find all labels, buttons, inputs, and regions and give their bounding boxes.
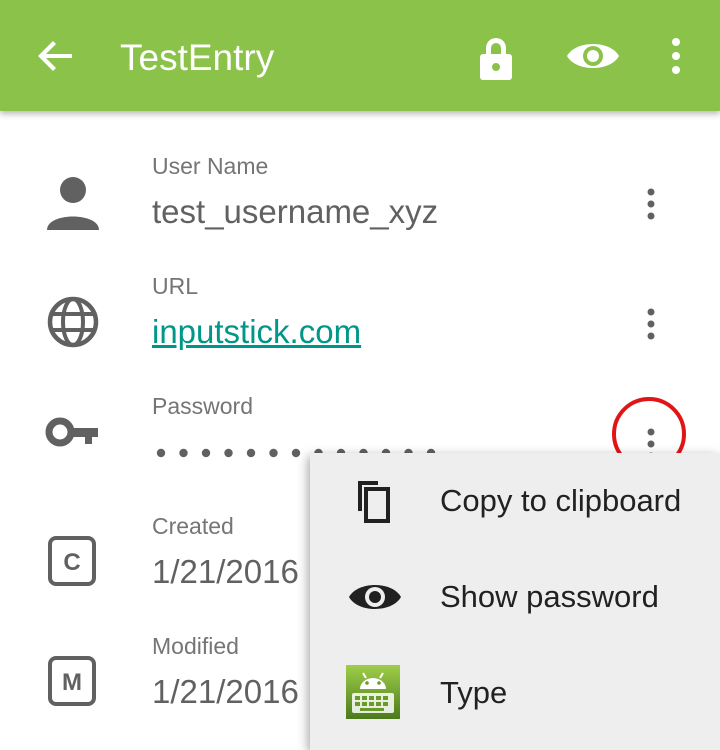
svg-text:C: C	[63, 549, 80, 576]
eye-icon[interactable]	[566, 36, 620, 76]
field-value: 1/21/2016	[152, 673, 299, 710]
eye-icon	[349, 585, 401, 609]
field-label: Created	[152, 513, 234, 539]
menu-item-label: Show password	[440, 579, 659, 614]
field-value: 1/21/2016	[152, 553, 299, 590]
copy-icon	[358, 481, 390, 523]
menu-item-copy[interactable]: Copy to clipboard	[310, 453, 720, 549]
url-link[interactable]: inputstick.com	[152, 310, 361, 354]
menu-item-label: Type	[440, 675, 508, 710]
arrow-back-icon[interactable]	[36, 36, 76, 76]
password-dot	[201, 448, 211, 458]
created-c-icon: C	[48, 536, 96, 586]
more-vert-icon[interactable]	[636, 186, 666, 226]
person-icon	[47, 177, 99, 230]
android-keyboard-icon	[346, 665, 400, 719]
password-dot	[246, 448, 256, 458]
password-dot	[291, 448, 301, 458]
lock-icon[interactable]	[476, 36, 516, 80]
modified-m-icon: M	[48, 656, 96, 706]
password-dot	[156, 448, 166, 458]
svg-text:M: M	[62, 669, 82, 696]
field-value: test_username_xyz	[152, 193, 439, 230]
field-label: Password	[152, 393, 253, 419]
menu-item-show-password[interactable]: Show password	[310, 549, 720, 645]
app-bar: TestEntry	[0, 0, 720, 111]
popup-menu: Copy to clipboard Show password Type	[310, 453, 720, 750]
key-icon	[45, 417, 98, 447]
globe-icon	[47, 296, 99, 348]
field-label: User Name	[152, 153, 269, 179]
password-dot	[224, 448, 233, 458]
field-row-username[interactable]: User Name test_username_xyz	[0, 130, 720, 250]
password-dot	[269, 448, 278, 458]
more-vert-icon[interactable]	[664, 36, 688, 76]
more-vert-icon[interactable]	[636, 306, 666, 346]
menu-item-type[interactable]: Type	[310, 645, 720, 741]
page-title: TestEntry	[120, 37, 275, 78]
menu-item-label: Copy to clipboard	[440, 483, 682, 518]
field-row-url[interactable]: URL inputstick.com	[0, 250, 720, 370]
field-label: URL	[152, 273, 199, 299]
field-label: Modified	[152, 633, 239, 659]
password-dot	[179, 448, 188, 458]
